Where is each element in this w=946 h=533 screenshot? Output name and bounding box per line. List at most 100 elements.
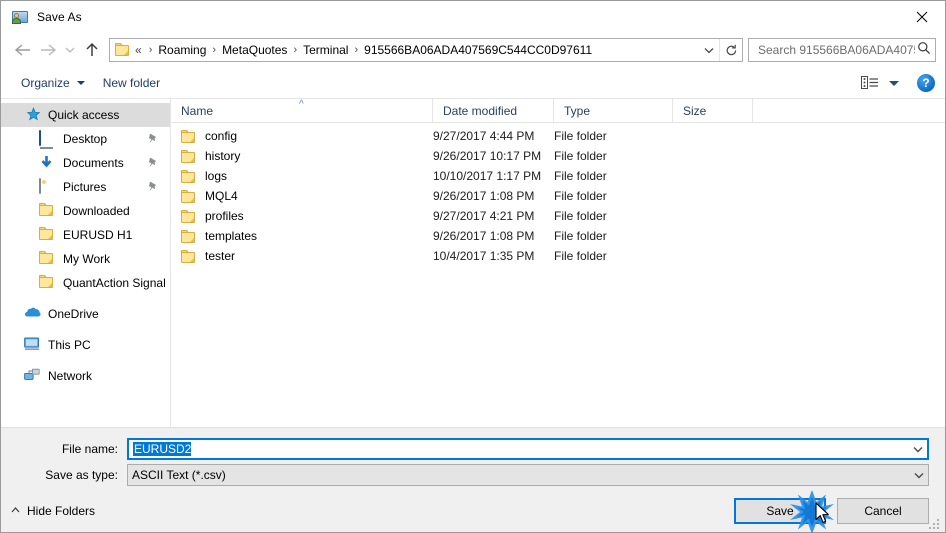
sidebar-item-onedrive[interactable]: OneDrive <box>1 302 170 326</box>
sidebar-item-network[interactable]: Network <box>1 364 170 388</box>
address-folder-icon <box>115 43 131 57</box>
file-type-cell: File folder <box>554 209 607 223</box>
sidebar-item-quick-access[interactable]: Quick access <box>1 103 170 127</box>
folder-icon <box>181 250 196 263</box>
sidebar-item-label: QuantAction Signal <box>63 276 166 290</box>
file-name-cell: logs <box>171 169 433 183</box>
folder-icon <box>181 210 196 223</box>
sidebar-item-eurusd-h1[interactable]: EURUSD H1 <box>1 223 170 247</box>
column-header-type[interactable]: Type <box>554 99 673 122</box>
file-date-cell: 10/4/2017 1:35 PM <box>433 249 535 263</box>
organize-button[interactable]: Organize <box>15 73 91 93</box>
save-as-type-select[interactable]: ASCII Text (*.csv) <box>127 464 929 486</box>
sidebar-item-documents[interactable]: Documents <box>1 151 170 175</box>
column-header-size[interactable]: Size <box>673 99 753 122</box>
save-as-type-chevron-down-icon[interactable] <box>910 465 928 485</box>
network-icon <box>24 368 41 384</box>
pin-icon[interactable] <box>146 156 159 169</box>
this-pc-icon <box>24 337 41 353</box>
table-row[interactable]: MQL4 9/26/2017 1:08 PM File folder <box>171 186 945 206</box>
navigation-sidebar: Quick access Desktop Documents Pictures … <box>1 99 171 427</box>
sidebar-item-label: Pictures <box>63 180 107 194</box>
close-icon[interactable] <box>899 1 945 32</box>
file-date-cell: 10/10/2017 1:17 PM <box>433 169 542 183</box>
back-icon[interactable] <box>9 37 35 63</box>
breadcrumb-item-terminal[interactable]: Terminal <box>302 41 349 59</box>
refresh-icon[interactable] <box>720 39 742 61</box>
table-row[interactable]: config 9/27/2017 4:44 PM File folder <box>171 126 945 146</box>
breadcrumb-item-metaquotes[interactable]: MetaQuotes <box>221 41 288 59</box>
new-folder-label: New folder <box>102 76 161 90</box>
save-as-type-row: Save as type: ASCII Text (*.csv) <box>17 464 929 486</box>
search-input[interactable] <box>756 42 917 58</box>
chevron-up-icon <box>11 506 20 516</box>
breadcrumb-item-roaming[interactable]: Roaming <box>157 41 207 59</box>
pin-icon[interactable] <box>146 180 159 193</box>
file-name-label: templates <box>205 229 258 243</box>
sidebar-item-quantaction-signal[interactable]: QuantAction Signal <box>1 271 170 295</box>
file-name-input[interactable]: EURUSD2 <box>127 438 929 460</box>
hide-folders-label: Hide Folders <box>27 504 96 518</box>
column-header-filler <box>753 99 945 122</box>
footer-buttons: Save Cancel <box>734 498 929 524</box>
folder-icon <box>181 150 196 163</box>
column-header-name[interactable]: Name ^ <box>171 99 433 122</box>
file-type-cell: File folder <box>554 249 607 263</box>
search-box[interactable] <box>748 38 936 62</box>
table-row[interactable]: logs 10/10/2017 1:17 PM File folder <box>171 166 945 186</box>
table-row[interactable]: templates 9/26/2017 1:08 PM File folder <box>171 226 945 246</box>
breadcrumb-separator-icon: › <box>293 43 298 56</box>
breadcrumb-item-terminal-id[interactable]: 915566BA06ADA407569C544CC0D97611 <box>363 41 593 59</box>
breadcrumb-overflow[interactable]: « <box>134 43 144 57</box>
file-rows: config 9/27/2017 4:44 PM File folder his… <box>171 123 945 427</box>
file-name-label: MQL4 <box>205 189 238 203</box>
save-button[interactable]: Save <box>734 498 826 524</box>
column-header-date-modified[interactable]: Date modified <box>433 99 554 122</box>
view-options-icon[interactable] <box>861 75 879 91</box>
file-date-cell: 9/26/2017 1:08 PM <box>433 229 535 243</box>
sidebar-item-this-pc[interactable]: This PC <box>1 333 170 357</box>
sidebar-item-downloaded[interactable]: Downloaded <box>1 199 170 223</box>
file-name-cell: templates <box>171 229 433 243</box>
search-icon[interactable] <box>917 41 931 60</box>
save-as-folder-icon <box>12 9 28 25</box>
sidebar-item-desktop[interactable]: Desktop <box>1 127 170 151</box>
sidebar-item-my-work[interactable]: My Work <box>1 247 170 271</box>
cancel-button[interactable]: Cancel <box>837 498 929 524</box>
column-header-label: Type <box>564 103 591 118</box>
file-name-chevron-down-icon[interactable] <box>909 440 927 458</box>
file-name-cell: history <box>171 149 433 163</box>
help-icon[interactable]: ? <box>917 74 935 92</box>
address-bar[interactable]: « › Roaming › MetaQuotes › Terminal › 91… <box>109 38 743 62</box>
address-dropdown-chevron-down-icon[interactable] <box>699 39 719 61</box>
sidebar-item-label: Network <box>48 369 93 383</box>
file-name-label: File name: <box>61 442 118 456</box>
hide-folders-button[interactable]: Hide Folders <box>11 504 95 518</box>
file-date-cell: 9/26/2017 1:08 PM <box>433 189 535 203</box>
sidebar-item-label: This PC <box>48 338 91 352</box>
recent-locations-chevron-down-icon[interactable] <box>61 37 79 63</box>
pin-icon[interactable] <box>146 132 159 145</box>
new-folder-button[interactable]: New folder <box>97 73 166 93</box>
table-row[interactable]: history 9/26/2017 10:17 PM File folder <box>171 146 945 166</box>
sidebar-item-pictures[interactable]: Pictures <box>1 175 170 199</box>
table-row[interactable]: tester 10/4/2017 1:35 PM File folder <box>171 246 945 266</box>
resize-grip-icon[interactable] <box>929 517 941 529</box>
save-button-label: Save <box>766 504 794 518</box>
file-name-cell: config <box>171 129 433 143</box>
column-header-label: Size <box>683 103 707 118</box>
file-list-pane: Name ^ Date modified Type Size config 9/… <box>171 99 945 427</box>
forward-icon[interactable] <box>35 37 61 63</box>
file-name-value: EURUSD2 <box>133 442 192 456</box>
sidebar-item-label: Quick access <box>48 108 120 122</box>
view-chevron-down-icon[interactable] <box>889 80 899 86</box>
breadcrumb-separator-icon: › <box>212 43 217 56</box>
file-date-cell: 9/27/2017 4:21 PM <box>433 209 535 223</box>
file-type-cell: File folder <box>554 189 607 203</box>
save-as-type-value: ASCII Text (*.csv) <box>132 468 226 482</box>
file-name-label: profiles <box>205 209 244 223</box>
table-row[interactable]: profiles 9/27/2017 4:21 PM File folder <box>171 206 945 226</box>
onedrive-cloud-icon <box>24 306 41 322</box>
file-type-cell: File folder <box>554 149 607 163</box>
up-icon[interactable] <box>79 37 105 63</box>
